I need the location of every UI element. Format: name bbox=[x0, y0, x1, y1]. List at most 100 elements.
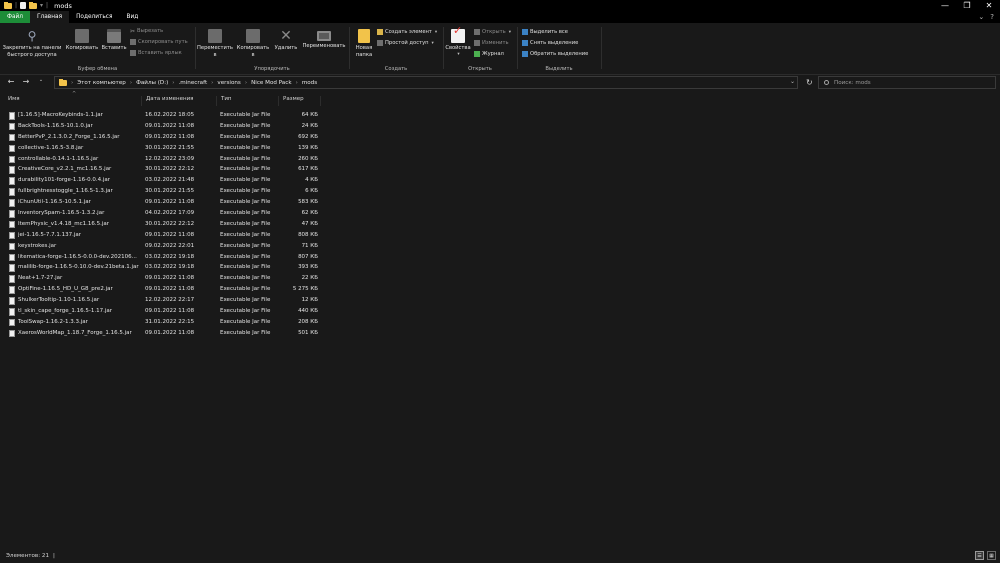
address-bar[interactable]: › Этот компьютер › Файлы (D:) › .minecra… bbox=[54, 76, 798, 89]
open-group-label: Открыть bbox=[468, 66, 492, 72]
move-to-button[interactable]: Переместить в bbox=[196, 27, 234, 58]
chevron-down-icon: ▾ bbox=[508, 29, 511, 35]
file-type: Executable Jar File bbox=[220, 308, 271, 315]
file-row[interactable]: collective-1.16.5-3.8.jar 30.01.2022 21:5… bbox=[0, 143, 330, 154]
tab-file[interactable]: Файл bbox=[0, 11, 31, 23]
file-date: 30.01.2022 22:12 bbox=[145, 166, 195, 173]
new-folder-button[interactable]: Новая папка bbox=[352, 27, 376, 58]
file-size: 62 КБ bbox=[301, 210, 318, 217]
edit-button[interactable]: Изменить bbox=[474, 39, 509, 47]
jar-file-icon bbox=[9, 133, 15, 142]
file-row[interactable]: jei-1.16.5-7.7.1.137.jar 09.01.2022 11:08… bbox=[0, 230, 330, 241]
file-row[interactable]: Neat+1.7-27.jar 09.01.2022 11:08 Executabl… bbox=[0, 273, 330, 284]
tab-home[interactable]: Главная bbox=[30, 11, 70, 23]
column-header-size[interactable]: Размер bbox=[279, 96, 321, 106]
help-icon[interactable]: ? bbox=[990, 13, 994, 21]
easy-access-button[interactable]: Простой доступ ▾ bbox=[377, 39, 434, 47]
file-row[interactable]: controllable-0.14.1-1.16.5.jar 12.02.2022… bbox=[0, 154, 330, 165]
new-folder-icon[interactable] bbox=[29, 1, 38, 9]
file-row[interactable]: tl_skin_cape_forge_1.16.5-1.17.jar 09.01.… bbox=[0, 306, 330, 317]
open-button[interactable]: Открыть ▾ bbox=[474, 28, 511, 36]
properties-button[interactable]: Свойства ▾ bbox=[444, 27, 472, 58]
file-row[interactable]: keystrokes.jar 09.02.2022 22:01 Executable… bbox=[0, 241, 330, 252]
column-header-date[interactable]: Дата изменения bbox=[142, 96, 217, 106]
move-to-label-2: в bbox=[213, 51, 217, 58]
maximize-button[interactable]: ❐ bbox=[956, 0, 978, 11]
file-size: 440 КБ bbox=[298, 308, 318, 315]
paste-shortcut-button[interactable]: Вставить ярлык bbox=[130, 49, 182, 57]
file-name: tl_skin_cape_forge_1.16.5-1.17.jar bbox=[18, 308, 112, 315]
breadcrumb-mods[interactable]: mods bbox=[302, 80, 317, 86]
column-header-name[interactable]: Имя bbox=[4, 96, 142, 106]
delete-button[interactable]: ✕ Удалить bbox=[273, 27, 299, 52]
copy-path-button[interactable]: Скопировать путь bbox=[130, 38, 188, 46]
rename-button[interactable]: Переименовать bbox=[300, 27, 348, 50]
jar-file-icon bbox=[9, 144, 15, 153]
search-input[interactable]: Поиск: mods bbox=[818, 76, 996, 89]
file-row[interactable]: OptiFine-1.16.5_HD_U_G8_pre2.jar 09.01.20… bbox=[0, 284, 330, 295]
file-row[interactable]: [1.16.5]-MacroKeybinds-1.1.jar 16.02.2022… bbox=[0, 110, 330, 121]
group-divider bbox=[601, 27, 602, 69]
file-row[interactable]: CreativeCore_v2.2.1_mc1.16.5.jar 30.01.20… bbox=[0, 164, 330, 175]
file-row[interactable]: ToolSwap-1.16.2-1.3.3.jar 31.01.2022 22:1… bbox=[0, 317, 330, 328]
new-item-button[interactable]: Создать элемент ▾ bbox=[377, 28, 437, 36]
large-icons-view-icon[interactable]: ▦ bbox=[987, 551, 996, 560]
minimize-button[interactable]: — bbox=[934, 0, 956, 11]
breadcrumb-this-pc[interactable]: Этот компьютер bbox=[77, 80, 126, 86]
copy-to-label-2: в bbox=[251, 51, 255, 58]
file-row[interactable]: ItemPhysic_v1.4.18_mc1.16.5.jar 30.01.202… bbox=[0, 219, 330, 230]
tab-share[interactable]: Поделиться bbox=[69, 11, 119, 23]
breadcrumb-minecraft[interactable]: .minecraft bbox=[179, 80, 208, 86]
collapse-ribbon-icon[interactable]: ⌄ bbox=[978, 13, 984, 21]
file-type: Executable Jar File bbox=[220, 112, 271, 118]
paste-button[interactable]: Вставить bbox=[101, 27, 127, 52]
breadcrumb-drive-d[interactable]: Файлы (D:) bbox=[136, 80, 168, 86]
breadcrumb-separator[interactable]: › bbox=[172, 80, 174, 86]
file-row[interactable]: malilib-forge-1.16.5-0.10.0-dev.21beta.1… bbox=[0, 262, 330, 273]
breadcrumb-nice-mod-pack[interactable]: Nice Mod Pack bbox=[251, 80, 291, 86]
file-type: Executable Jar File bbox=[220, 133, 271, 140]
file-row[interactable]: fullbrightnesstoggle_1.16.5-1.3.jar 30.01… bbox=[0, 186, 330, 197]
forward-arrow-icon[interactable]: → bbox=[21, 77, 31, 86]
paste-shortcut-label: Вставить ярлык bbox=[138, 50, 182, 56]
file-row[interactable]: litematica-forge-1.16.5-0.0.0-dev.202106… bbox=[0, 252, 330, 263]
file-row[interactable]: InventorySpam-1.16.5-1.3.2.jar 04.02.2022… bbox=[0, 208, 330, 219]
file-date: 09.01.2022 11:08 bbox=[145, 133, 195, 140]
file-row[interactable]: iChunUtil-1.16.5-10.5.1.jar 09.01.2022 11… bbox=[0, 197, 330, 208]
select-none-button[interactable]: Снять выделение bbox=[522, 39, 578, 47]
customize-toolbar-icon[interactable]: ▾ bbox=[40, 2, 43, 9]
file-row[interactable]: BetterPvP_2.1.3.0.2_Forge_1.16.5.jar 09.0… bbox=[0, 132, 330, 143]
file-date: 30.01.2022 22:12 bbox=[145, 220, 195, 227]
file-type: Executable Jar File bbox=[220, 210, 271, 217]
history-button[interactable]: Журнал bbox=[474, 50, 504, 58]
select-all-button[interactable]: Выделить все bbox=[522, 28, 568, 36]
file-size: 71 КБ bbox=[301, 242, 318, 249]
copy-button[interactable]: Копировать bbox=[64, 27, 100, 52]
refresh-icon[interactable]: ↻ bbox=[806, 78, 813, 87]
breadcrumb-separator[interactable]: › bbox=[245, 80, 247, 86]
file-row[interactable]: durability101-forge-1.16-0.0.4.jar 03.02.… bbox=[0, 175, 330, 186]
properties-icon[interactable] bbox=[20, 2, 27, 9]
file-row[interactable]: BackTools-1.16.5-10.1.0.jar 09.01.2022 11… bbox=[0, 121, 330, 132]
copy-to-button[interactable]: Копировать в bbox=[235, 27, 271, 58]
pin-quick-access-button[interactable]: ⚲ Закрепить на панели быстрого доступа bbox=[2, 27, 62, 58]
invert-selection-button[interactable]: Обратить выделение bbox=[522, 50, 588, 58]
cut-button[interactable]: ✂ Вырезать bbox=[130, 27, 163, 35]
recent-locations-icon[interactable]: ⌄ bbox=[36, 77, 46, 86]
back-arrow-icon[interactable]: ← bbox=[6, 77, 16, 86]
file-name: XaerosWorldMap_1.18.7_Forge_1.16.5.jar bbox=[18, 329, 132, 336]
file-type: Executable Jar File bbox=[220, 253, 271, 260]
easy-access-icon bbox=[377, 40, 383, 46]
breadcrumb-separator[interactable]: › bbox=[130, 80, 132, 86]
breadcrumb-versions[interactable]: versions bbox=[217, 80, 240, 86]
breadcrumb-separator[interactable]: › bbox=[211, 80, 213, 86]
select-none-icon bbox=[522, 40, 528, 46]
tab-view[interactable]: Вид bbox=[119, 11, 145, 23]
details-view-icon[interactable]: ☰ bbox=[975, 551, 984, 560]
address-dropdown-icon[interactable]: ⌄ bbox=[790, 78, 795, 85]
breadcrumb-separator[interactable]: › bbox=[296, 80, 298, 86]
column-header-type[interactable]: Тип bbox=[217, 96, 279, 106]
file-row[interactable]: XaerosWorldMap_1.18.7_Forge_1.16.5.jar 09… bbox=[0, 328, 330, 339]
file-row[interactable]: ShulkerTooltip-1.10-1.16.5.jar 12.02.2022… bbox=[0, 295, 330, 306]
close-button[interactable]: ✕ bbox=[978, 0, 1000, 11]
